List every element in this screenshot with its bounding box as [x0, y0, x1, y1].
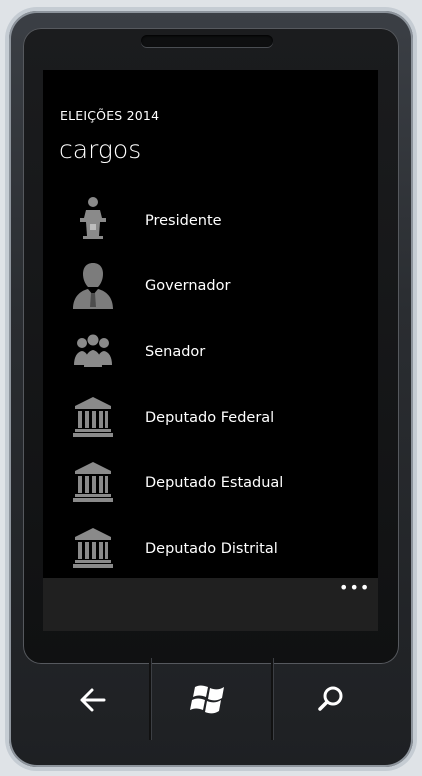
application-bar: •••: [43, 578, 378, 631]
search-icon: [318, 686, 343, 711]
list-item-senador[interactable]: Senador: [43, 323, 378, 381]
item-label: Deputado Federal: [145, 410, 275, 426]
app-screen: ELEIÇÕES 2014 cargos Presidente Governad…: [43, 70, 378, 631]
app-title: ELEIÇÕES 2014: [60, 108, 160, 123]
page-title: cargos: [59, 135, 142, 164]
start-button[interactable]: [150, 660, 272, 740]
item-label: Governador: [145, 278, 231, 294]
phone-speaker-grille: [141, 35, 273, 47]
back-arrow-icon: [80, 688, 106, 712]
capitol-building-icon: [73, 528, 113, 568]
list-item-deputado-estadual[interactable]: Deputado Estadual: [43, 454, 378, 512]
windows-logo-icon: [190, 685, 224, 714]
list-item-deputado-federal[interactable]: Deputado Federal: [43, 389, 378, 447]
president-podium-icon: [80, 197, 106, 239]
item-label: Deputado Distrital: [145, 541, 278, 557]
list-item-presidente[interactable]: Presidente: [43, 192, 378, 250]
item-label: Deputado Estadual: [145, 475, 284, 491]
more-options-button[interactable]: •••: [339, 580, 369, 596]
search-button[interactable]: [272, 660, 394, 740]
capitol-building-icon: [73, 397, 113, 437]
back-button[interactable]: [28, 660, 150, 740]
item-label: Senador: [145, 344, 206, 360]
person-bust-icon: [73, 263, 113, 309]
capitol-building-icon: [73, 462, 113, 502]
group-of-people-icon: [74, 334, 112, 367]
list-item-governador[interactable]: Governador: [43, 257, 378, 315]
list-item-deputado-distrital[interactable]: Deputado Distrital: [43, 520, 378, 578]
item-label: Presidente: [145, 213, 222, 229]
